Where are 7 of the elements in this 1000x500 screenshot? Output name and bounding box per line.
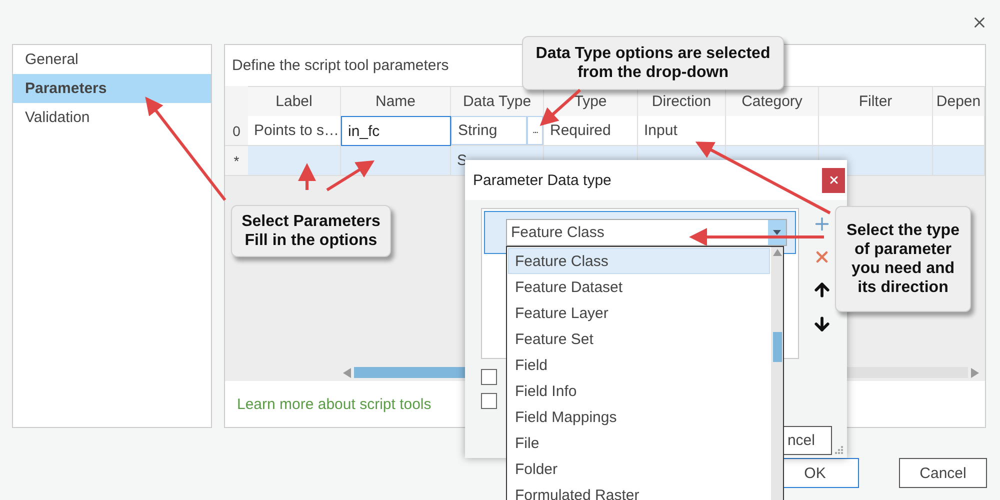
callout: Select the type of parameter you need and its direction: [835, 206, 971, 312]
row-marker: 0: [225, 116, 248, 146]
panel-heading: Define the script tool parameters: [232, 57, 449, 74]
callout: Select Parameters Fill in the options: [231, 205, 391, 257]
dialog-title: Parameter Data type: [473, 172, 612, 188]
callout: Data Type options are selected from the drop-down: [522, 36, 784, 90]
row-marker: *: [225, 146, 248, 176]
